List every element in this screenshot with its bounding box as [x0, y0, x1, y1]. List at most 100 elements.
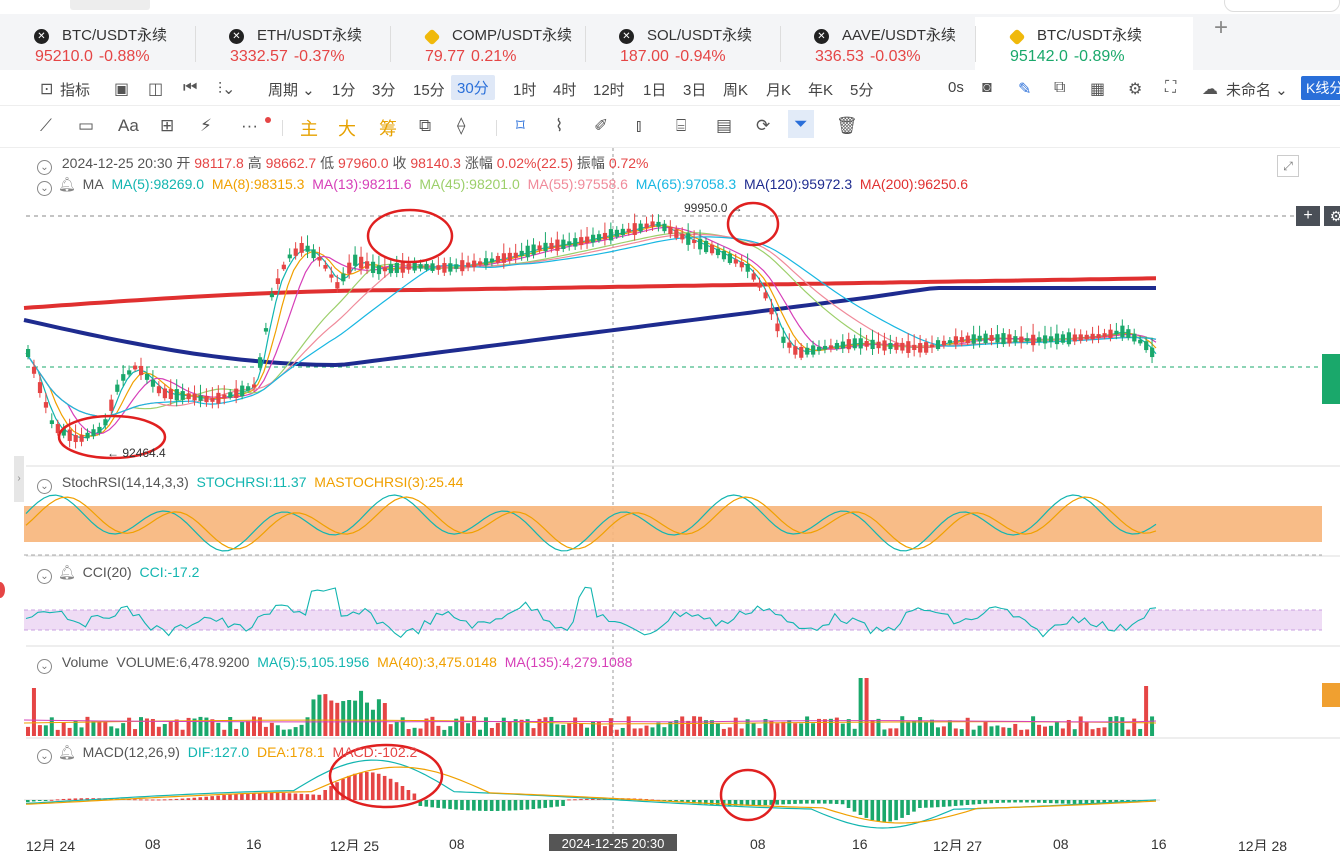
ruler-tool-icon[interactable]: ⌇	[555, 116, 563, 136]
period-dropdown[interactable]: 周期 ⌄	[268, 79, 315, 100]
volume-bar	[739, 728, 744, 736]
add-window-icon[interactable]: ⧉	[1054, 79, 1065, 97]
chip-button[interactable]: 筹	[379, 115, 397, 141]
alert-bell-icon[interactable]: 🔔︎	[58, 744, 76, 760]
x-axis-tick: 08	[750, 836, 766, 851]
filter-icon[interactable]: ⏷	[788, 110, 814, 138]
eye-icon[interactable]: ⌄	[37, 479, 52, 494]
big-order-button[interactable]: 大	[338, 115, 356, 141]
timeframe-5[interactable]: 4时	[553, 79, 576, 100]
expand-icon[interactable]: ⤢	[1277, 155, 1299, 177]
cloud-icon[interactable]: ☁	[1202, 79, 1218, 99]
timeframe-8[interactable]: 3日	[683, 79, 706, 100]
fib-icon[interactable]: ⚡	[200, 116, 212, 136]
add-tab-icon[interactable]: +	[1214, 14, 1228, 42]
alert-bell-icon[interactable]: 🔔︎	[58, 176, 76, 192]
timeframe-0[interactable]: 1分	[332, 79, 355, 100]
measure-icon[interactable]: ⟠	[457, 116, 465, 136]
timeframe-4[interactable]: 1时	[513, 79, 536, 100]
candle	[192, 393, 197, 401]
copy-icon[interactable]: ⧉	[419, 116, 431, 136]
volume-bar	[448, 726, 453, 736]
settings-icon[interactable]: ⚙	[1128, 79, 1142, 99]
fullscreen-icon[interactable]: ⛶	[1165, 79, 1176, 97]
eye-icon[interactable]: ⌄	[37, 569, 52, 584]
lock-icon[interactable]: ⌸	[676, 116, 686, 136]
pencil-icon[interactable]: ✎	[1018, 79, 1031, 99]
candle	[567, 241, 572, 246]
top-strip-button[interactable]	[70, 0, 150, 10]
text-tool[interactable]: Aa	[118, 116, 139, 136]
macd-value: MACD:-102.2	[332, 744, 418, 760]
crosshair-box-icon[interactable]: ⊞	[160, 116, 174, 136]
indicator-button[interactable]: 指标	[60, 79, 90, 100]
candle	[787, 342, 792, 348]
dea-value: DEA:178.1	[256, 744, 325, 760]
macd-bar	[822, 800, 827, 804]
volume-bar	[894, 728, 899, 736]
calendar-icon[interactable]: ▣	[114, 79, 129, 99]
top-search-input[interactable]	[1224, 0, 1340, 12]
timeframe-3[interactable]: 30分	[451, 75, 495, 100]
macd-bar	[870, 800, 875, 821]
macd-bar	[894, 800, 898, 821]
candle	[293, 248, 298, 256]
trash-icon[interactable]: 🗑	[836, 116, 858, 136]
eye-icon[interactable]: ⌄	[37, 749, 52, 764]
replay-icon[interactable]: ⏮	[183, 79, 197, 97]
symbol-tab[interactable]: ✕ ETH/USDT永续 3332.57 -0.37%	[195, 17, 390, 70]
chart-type-icon[interactable]: ⫶⌄	[218, 79, 235, 99]
divider	[282, 120, 283, 136]
eye-icon[interactable]: ⌄	[37, 181, 52, 196]
magnet-icon[interactable]: ⟳	[756, 116, 770, 136]
layout-icon[interactable]: ◫	[148, 79, 163, 99]
layout-name-dropdown[interactable]: 未命名 ⌄	[1226, 79, 1288, 100]
bookmark-icon[interactable]: ⌑	[516, 116, 525, 136]
macd-bar	[1019, 800, 1023, 803]
ruler-icon[interactable]: ▭	[78, 116, 94, 136]
eye-icon[interactable]: ⌄	[37, 659, 52, 674]
timeframe-11[interactable]: 年K	[808, 79, 833, 100]
timeframe-9[interactable]: 周K	[723, 79, 748, 100]
layout-name: 未命名	[1226, 82, 1272, 99]
camera-icon[interactable]: ◙	[982, 79, 992, 97]
volume-bar	[912, 720, 917, 736]
volume-bar	[335, 702, 340, 736]
settings-small-icon[interactable]: ⚙	[1324, 206, 1340, 226]
timeframe-6[interactable]: 12时	[593, 79, 625, 100]
main-force-button[interactable]: 主	[300, 115, 318, 141]
macd-bar	[198, 797, 203, 800]
candles-icon[interactable]: ⫾	[636, 116, 641, 136]
symbol-tab[interactable]: ✕ SOL/USDT永续 187.00 -0.94%	[585, 17, 780, 70]
timeframe-7[interactable]: 1日	[643, 79, 666, 100]
alert-bell-icon[interactable]: 🔔︎	[58, 564, 76, 580]
candle	[596, 234, 602, 241]
timeframe-10[interactable]: 月K	[766, 79, 791, 100]
symbol-tab[interactable]: ✕ BTC/USDT永续 95210.0 -0.88%	[0, 17, 195, 70]
candle	[995, 334, 1000, 343]
brush-icon[interactable]: ✐	[594, 116, 608, 136]
collapse-handle[interactable]: ›	[14, 456, 24, 502]
add-order-icon[interactable]: +	[1296, 206, 1320, 226]
volume-bar	[709, 720, 714, 736]
ma-line	[25, 225, 1157, 437]
trendline-icon[interactable]: ⟋	[40, 116, 52, 136]
timeframe-2[interactable]: 15分	[413, 79, 445, 100]
calculator-icon[interactable]: ▦	[1090, 79, 1105, 99]
more-tools-icon[interactable]: ···	[241, 116, 258, 136]
timeframe-12[interactable]: 5分	[850, 79, 873, 100]
candle	[537, 245, 542, 251]
eye-icon[interactable]: ⌄	[37, 160, 52, 175]
macd-bar	[876, 800, 881, 822]
kline-button[interactable]: K线分	[1301, 76, 1340, 100]
dif-value: DIF:127.0	[187, 744, 250, 760]
symbol-tab[interactable]: ✕ AAVE/USDT永续 336.53 -0.03%	[780, 17, 975, 70]
volume-bar	[1102, 727, 1107, 736]
symbol-tab[interactable]: BTC/USDT永续 95142.0 -0.89%	[975, 17, 1193, 70]
volume-bar	[489, 727, 494, 736]
symbol-tab[interactable]: COMP/USDT永续 79.77 0.21%	[390, 17, 585, 70]
indicator-icon[interactable]: ⊡	[40, 79, 53, 99]
note-icon[interactable]: ▤	[716, 116, 732, 136]
timeframe-toolbar: ⊡ 指标 ▣ ◫ ⏮ ⫶⌄ 周期 ⌄ 0s ◙ ✎ ⧉ ▦ ⚙ ⛶ ☁ 未命名 …	[0, 70, 1340, 106]
timeframe-1[interactable]: 3分	[372, 79, 395, 100]
